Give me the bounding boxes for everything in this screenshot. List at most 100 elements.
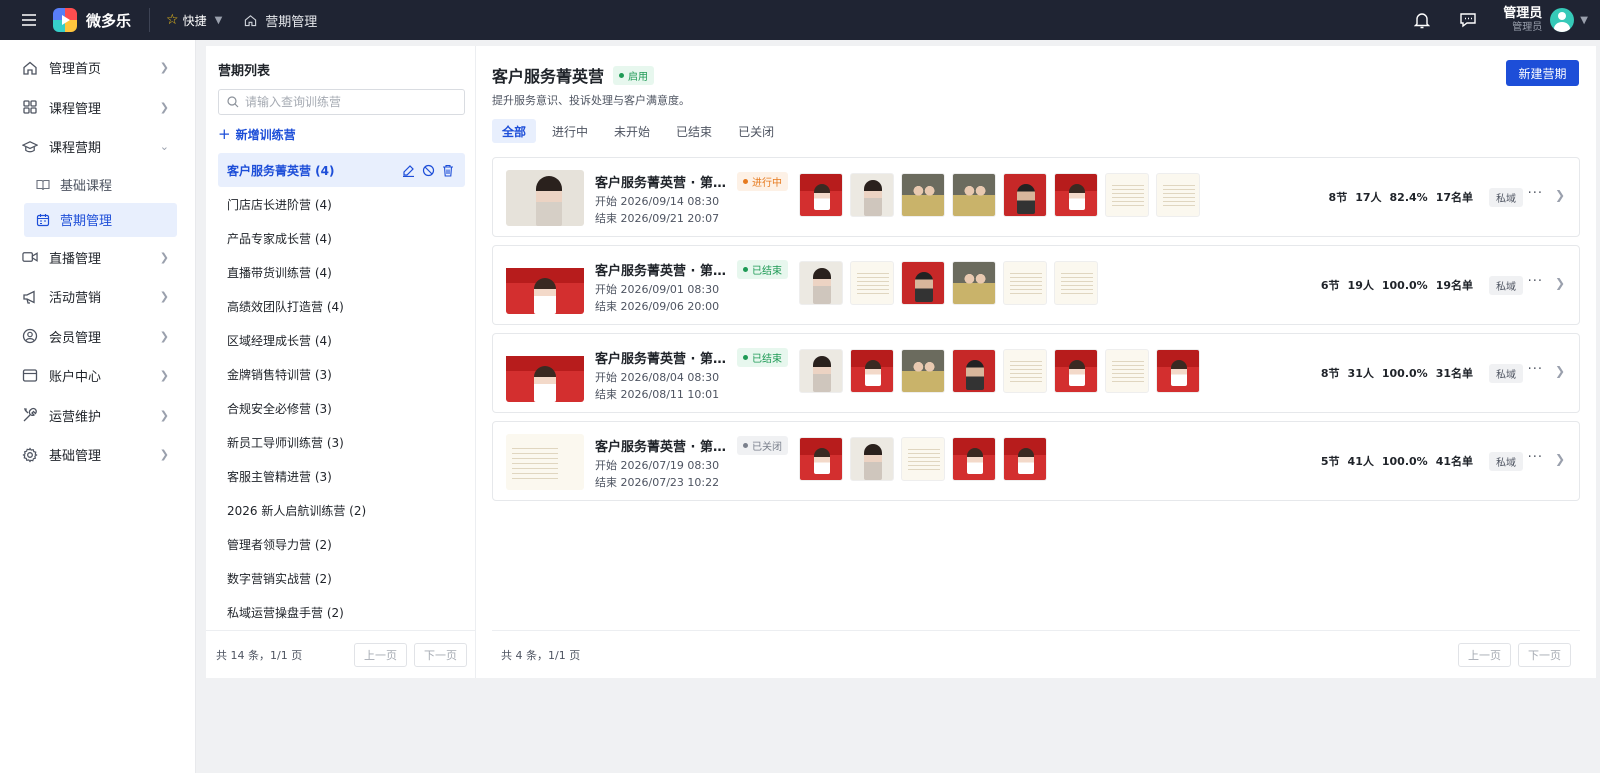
prev-page-button[interactable]: 上一页 [1458, 642, 1511, 667]
sidebar-subitem-basic-courses[interactable]: 基础课程 [24, 168, 177, 202]
lesson-thumbnail[interactable] [1054, 173, 1098, 217]
user-menu-chevron-icon[interactable]: ▼ [1580, 15, 1588, 26]
prev-page-button[interactable]: 上一页 [354, 642, 407, 667]
sidebar-item-operations[interactable]: 运营维护 ❯ [0, 396, 195, 436]
list-item[interactable]: 新员工导师训练营 (3) [218, 425, 465, 459]
more-actions-icon[interactable]: ··· [1528, 186, 1543, 201]
quick-access-dropdown[interactable]: ☆ 快捷 ▼ [166, 12, 222, 29]
lesson-thumbnail[interactable] [952, 349, 996, 393]
chevron-right-icon[interactable]: ❯ [1555, 452, 1565, 466]
lesson-thumbnail[interactable] [1054, 261, 1098, 305]
lesson-thumbnail[interactable] [799, 261, 843, 305]
new-session-button[interactable]: 新建营期 [1506, 60, 1579, 86]
delete-icon[interactable] [441, 163, 455, 177]
lesson-thumbnail[interactable] [1105, 349, 1149, 393]
camp-search-input[interactable] [245, 95, 445, 109]
session-card[interactable]: 客户服务菁英营 · 第0... 已关闭 开始 2026/07/19 08:30 … [492, 421, 1580, 501]
messages-button[interactable] [1457, 9, 1479, 31]
lesson-count: 8节 [1328, 191, 1348, 204]
lesson-thumbnail[interactable] [901, 437, 945, 481]
next-page-button[interactable]: 下一页 [1518, 642, 1571, 667]
list-item[interactable]: 金牌销售特训营 (3) [218, 357, 465, 391]
lesson-thumbnail[interactable] [1054, 349, 1098, 393]
session-card[interactable]: 客户服务菁英营 · 第0... 进行中 开始 2026/09/14 08:30 … [492, 157, 1580, 237]
tab-closed[interactable]: 已关闭 [728, 119, 784, 143]
lesson-thumbnail[interactable] [952, 261, 996, 305]
edit-icon[interactable] [401, 163, 415, 177]
list-item[interactable]: 客户服务菁英营 (4) [218, 153, 465, 187]
session-card[interactable]: 客户服务菁英营 · 第0... 已结束 开始 2026/08/04 08:30 … [492, 333, 1580, 413]
sidebar-item-course-management[interactable]: 课程管理 ❯ [0, 88, 195, 128]
sidebar-item-member-management[interactable]: 会员管理 ❯ [0, 317, 195, 357]
avatar[interactable] [1550, 8, 1575, 32]
list-item[interactable]: 管理者领导力营 (2) [218, 527, 465, 561]
lesson-thumbnail[interactable] [799, 349, 843, 393]
add-camp-button[interactable]: + 新增训练营 [218, 125, 296, 143]
lesson-thumbnail[interactable] [799, 437, 843, 481]
list-item[interactable]: 直播带货训练营 (4) [218, 255, 465, 289]
chevron-right-icon[interactable]: ❯ [1555, 364, 1565, 378]
lesson-thumbnail[interactable] [850, 349, 894, 393]
lesson-thumbnail[interactable] [1156, 349, 1200, 393]
lesson-thumbnail[interactable] [1003, 349, 1047, 393]
list-item[interactable]: 门店店长进阶营 (4) [218, 187, 465, 221]
tab-all[interactable]: 全部 [492, 119, 537, 143]
more-actions-icon[interactable]: ··· [1528, 450, 1543, 465]
sidebar-subitem-camp-management[interactable]: 营期管理 [24, 202, 177, 237]
next-page-button[interactable]: 下一页 [414, 642, 467, 667]
list-item[interactable]: 高绩效团队打造营 (4) [218, 289, 465, 323]
lesson-thumbnail[interactable] [1003, 261, 1047, 305]
menu-toggle-button[interactable] [18, 9, 40, 31]
tab-in-progress[interactable]: 进行中 [542, 119, 598, 143]
lesson-thumbnail[interactable] [850, 261, 894, 305]
gear-icon [22, 447, 38, 463]
sidebar-item-basic-management[interactable]: 基础管理 ❯ [0, 435, 195, 475]
user-info[interactable]: 管理员 管理员 [1503, 7, 1542, 33]
pagination-buttons: 上一页 下一页 [354, 642, 467, 667]
list-item-label: 2026 新人启航训练营 (2) [227, 503, 367, 518]
chevron-right-icon: ❯ [159, 250, 169, 264]
lesson-thumbnail[interactable] [901, 261, 945, 305]
tab-ended[interactable]: 已结束 [666, 119, 722, 143]
lesson-thumbnail[interactable] [850, 437, 894, 481]
lesson-thumbnail[interactable] [901, 173, 945, 217]
sidebar-item-label: 课程营期 [49, 141, 102, 157]
chevron-right-icon[interactable]: ❯ [1555, 276, 1565, 290]
chevron-right-icon: ❯ [159, 290, 169, 304]
sidebar-item-live-management[interactable]: 直播管理 ❯ [0, 238, 195, 278]
lesson-thumbnail[interactable] [799, 173, 843, 217]
lesson-thumbnail[interactable] [850, 173, 894, 217]
list-item[interactable]: 区域经理成长营 (4) [218, 323, 465, 357]
sidebar-item-home[interactable]: 管理首页 ❯ [0, 48, 195, 88]
list-item[interactable]: 合规安全必修营 (3) [218, 391, 465, 425]
session-card[interactable]: 客户服务菁英营 · 第0... 已结束 开始 2026/09/01 08:30 … [492, 245, 1580, 325]
session-cover-image [506, 258, 584, 314]
sidebar-item-account-center[interactable]: 账户中心 ❯ [0, 356, 195, 396]
tab-not-started[interactable]: 未开始 [604, 119, 660, 143]
list-item[interactable]: 产品专家成长营 (4) [218, 221, 465, 255]
session-stats: 6节 19人 100.0% 19名单 [1321, 246, 1473, 324]
list-item[interactable]: 2026 新人启航训练营 (2) [218, 493, 465, 527]
lesson-thumbnail[interactable] [901, 349, 945, 393]
lesson-thumbnail[interactable] [952, 437, 996, 481]
more-actions-icon[interactable]: ··· [1528, 274, 1543, 289]
top-bar: 微多乐 ☆ 快捷 ▼ 营期管理 管理员 管理员 ▼ [0, 0, 1600, 40]
lesson-thumbnail[interactable] [952, 173, 996, 217]
notification-button[interactable] [1411, 9, 1433, 31]
sidebar-item-label: 课程管理 [49, 101, 102, 117]
lesson-thumbnail[interactable] [1003, 437, 1047, 481]
completion-rate: 100.0% [1381, 278, 1428, 292]
lesson-thumbnail[interactable] [1105, 173, 1149, 217]
sidebar-item-course-camps[interactable]: 课程营期 ⌄ [0, 127, 195, 167]
star-icon: ☆ [166, 12, 179, 28]
chevron-right-icon[interactable]: ❯ [1555, 188, 1565, 202]
list-item[interactable]: 私域运营操盘手营 (2) [218, 595, 465, 629]
sidebar-item-campaign-marketing[interactable]: 活动营销 ❯ [0, 277, 195, 317]
more-actions-icon[interactable]: ··· [1528, 362, 1543, 377]
list-item[interactable]: 客服主管精进营 (3) [218, 459, 465, 493]
lesson-thumbnail[interactable] [1156, 173, 1200, 217]
list-item[interactable]: 数字营销实战营 (2) [218, 561, 465, 595]
lesson-thumbnail[interactable] [1003, 173, 1047, 217]
home-icon[interactable] [244, 14, 257, 27]
disable-icon[interactable] [421, 163, 435, 177]
